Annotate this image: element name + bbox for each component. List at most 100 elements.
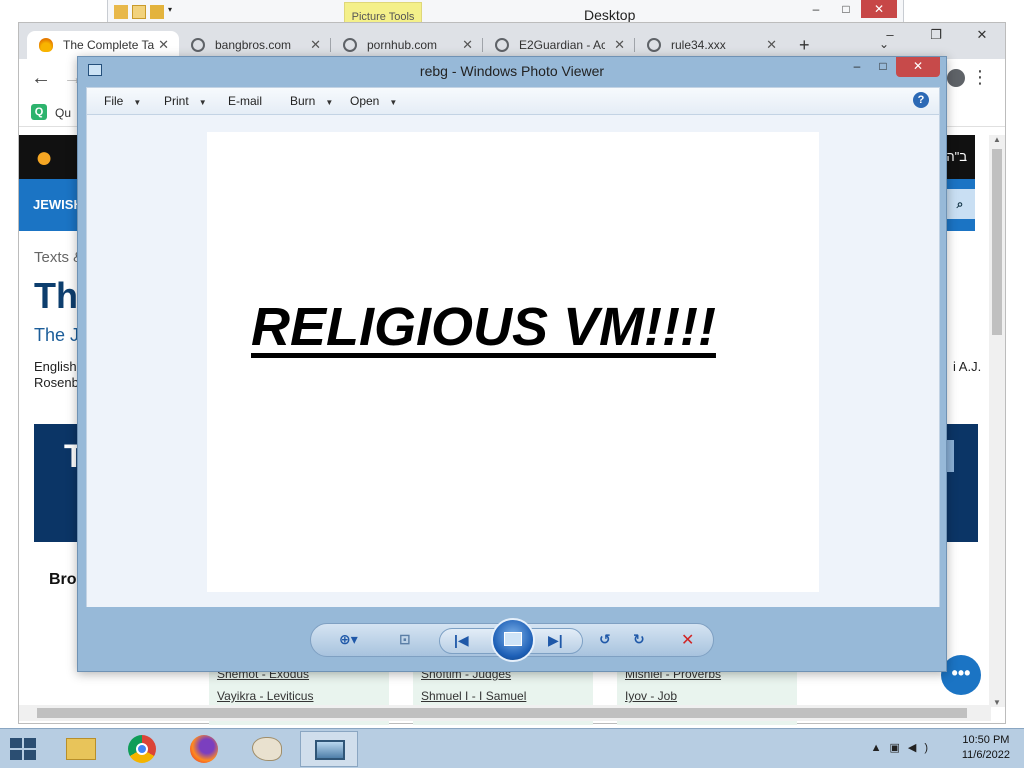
close-button[interactable]: ✕ (861, 0, 897, 18)
vertical-scrollbar[interactable]: ▲ ▼ (989, 135, 1005, 707)
more-menu-icon[interactable]: ⋮ (971, 67, 989, 88)
maximize-button[interactable]: □ (870, 57, 896, 77)
nav-jewish-link[interactable]: JEWISH (33, 197, 83, 212)
chevron-down-icon: ▼ (198, 98, 207, 107)
close-button[interactable]: ✕ (896, 57, 940, 77)
menu-burn[interactable]: Burn ▼ (290, 94, 333, 108)
book-link[interactable]: Iyov - Job (625, 689, 677, 703)
displayed-image: RELIGIOUS VM!!!! (207, 132, 819, 592)
help-icon[interactable]: ? (913, 92, 929, 108)
menu-print[interactable]: Print ▼ (164, 94, 207, 108)
paint-palette-icon (252, 737, 282, 761)
scrollbar-thumb[interactable] (37, 708, 967, 718)
tab-close-icon[interactable]: ✕ (766, 31, 777, 59)
chevron-down-icon: ▼ (133, 98, 142, 107)
breadcrumb[interactable]: Texts & (34, 249, 83, 266)
desktop: ▾ Picture Tools Desktop – □ ✕ The Comple… (0, 0, 1024, 768)
tab-label: bangbros.com (215, 38, 292, 52)
slideshow-icon (504, 632, 522, 646)
tab-close-icon[interactable]: ✕ (158, 31, 169, 59)
picture-tools-tab[interactable]: Picture Tools (344, 2, 422, 24)
back-arrow-icon[interactable]: ← (31, 67, 51, 90)
menu-open[interactable]: Open ▼ (350, 94, 397, 108)
minimize-button[interactable]: – (844, 57, 870, 77)
tab-complete-tanakh[interactable]: The Complete Ta ✕ (27, 31, 179, 59)
chevron-down-icon[interactable]: ▾ (168, 5, 172, 19)
bookmark-label[interactable]: Qu (55, 106, 71, 120)
chevron-down-icon: ▼ (389, 98, 398, 107)
book-link[interactable]: Vayikra - Leviticus (217, 689, 313, 703)
image-caption-text: RELIGIOUS VM!!!! (251, 297, 716, 357)
minimize-button[interactable]: – (867, 23, 913, 47)
body-line: Rosenb (34, 375, 79, 390)
maximize-button[interactable]: ❐ (913, 23, 959, 47)
menu-file[interactable]: File ▼ (104, 94, 141, 108)
flame-icon (39, 38, 53, 52)
taskbar-chrome[interactable] (114, 731, 172, 767)
search-icon[interactable]: ⌕ (945, 189, 975, 219)
chevron-down-icon: ▼ (325, 98, 334, 107)
close-button[interactable]: ✕ (959, 23, 1005, 47)
site-logo[interactable]: ● (35, 141, 53, 175)
slideshow-button[interactable] (491, 618, 535, 662)
header-hebrew-text: ב"ה (946, 149, 967, 164)
horizontal-scrollbar[interactable] (19, 705, 991, 721)
tab-strip: The Complete Ta ✕ bangbros.com ✕ pornhub… (19, 23, 1005, 59)
new-tab-button[interactable]: + (799, 35, 810, 56)
chevron-up-icon[interactable]: ▲ (871, 742, 890, 754)
minimize-button[interactable]: – (801, 0, 831, 18)
start-button[interactable] (10, 738, 38, 762)
properties-icon[interactable] (114, 5, 128, 19)
taskbar-paint[interactable] (238, 731, 296, 767)
actual-size-icon[interactable]: ⊡ (399, 631, 411, 648)
tab-label: E2Guardian - Ac (519, 38, 605, 52)
taskbar-firefox[interactable] (176, 731, 234, 767)
menu-print-label: Print (164, 94, 189, 108)
rotate-counterclockwise-icon[interactable]: ↺ (599, 631, 611, 648)
page-body-text-right: i A.J. (953, 359, 982, 374)
tab-label: The Complete Ta (63, 38, 155, 52)
previous-icon[interactable]: |◀ (454, 632, 469, 649)
zoom-icon[interactable]: ⊕▾ (339, 631, 358, 648)
book-link[interactable]: Shmuel I - I Samuel (421, 689, 526, 703)
delete-icon[interactable]: ✕ (681, 630, 694, 650)
photo-viewer-controls: ⊕▾ ⊡ |◀ ▶| ↺ ↻ ✕ (310, 618, 714, 662)
volume-icon[interactable]: ◀) (908, 742, 936, 754)
taskbar-photo-viewer[interactable] (300, 731, 358, 767)
maximize-button[interactable]: □ (831, 0, 861, 18)
menu-email[interactable]: E-mail (228, 94, 262, 108)
quick-access-toolbar: ▾ (114, 5, 172, 19)
new-folder-icon[interactable] (132, 5, 146, 19)
windows-logo-icon (10, 750, 22, 760)
taskbar-file-explorer[interactable] (52, 731, 110, 767)
tab-close-icon[interactable]: ✕ (310, 31, 321, 59)
globe-icon (191, 38, 205, 52)
tab-e2guardian[interactable]: E2Guardian - Ac ✕ (483, 31, 635, 59)
folder-icon[interactable] (150, 5, 164, 19)
globe-icon (343, 38, 357, 52)
browse-heading: Bro (49, 571, 77, 588)
photo-viewer-titlebar: rebg - Windows Photo Viewer – □ ✕ (78, 57, 946, 85)
next-icon[interactable]: ▶| (548, 632, 563, 649)
scroll-down-icon[interactable]: ▼ (993, 698, 1001, 707)
clock-time: 10:50 PM (962, 734, 1010, 746)
tab-pornhub[interactable]: pornhub.com ✕ (331, 31, 483, 59)
tab-close-icon[interactable]: ✕ (614, 31, 625, 59)
rotate-clockwise-icon[interactable]: ↻ (633, 631, 645, 648)
clock[interactable]: 10:50 PM 11/6/2022 (962, 733, 1010, 763)
profile-avatar-icon[interactable] (947, 69, 965, 87)
scroll-up-icon[interactable]: ▲ (993, 135, 1001, 144)
quizlet-icon[interactable]: Q (31, 104, 47, 120)
tab-close-icon[interactable]: ✕ (462, 31, 473, 59)
tab-bangbros[interactable]: bangbros.com ✕ (179, 31, 331, 59)
page-body-text: English Rosenb (34, 359, 79, 391)
windows-logo-icon (24, 738, 36, 748)
network-icon[interactable]: ▣ (889, 742, 907, 754)
tab-rule34[interactable]: rule34.xxx ✕ (635, 31, 787, 59)
chat-button[interactable]: ••• (941, 655, 981, 695)
firefox-icon (190, 735, 218, 763)
folder-icon (66, 738, 96, 760)
scrollbar-thumb[interactable] (992, 149, 1002, 335)
page-title: Th (34, 275, 78, 316)
browser-window-controls: – ❐ ✕ (867, 23, 1005, 47)
